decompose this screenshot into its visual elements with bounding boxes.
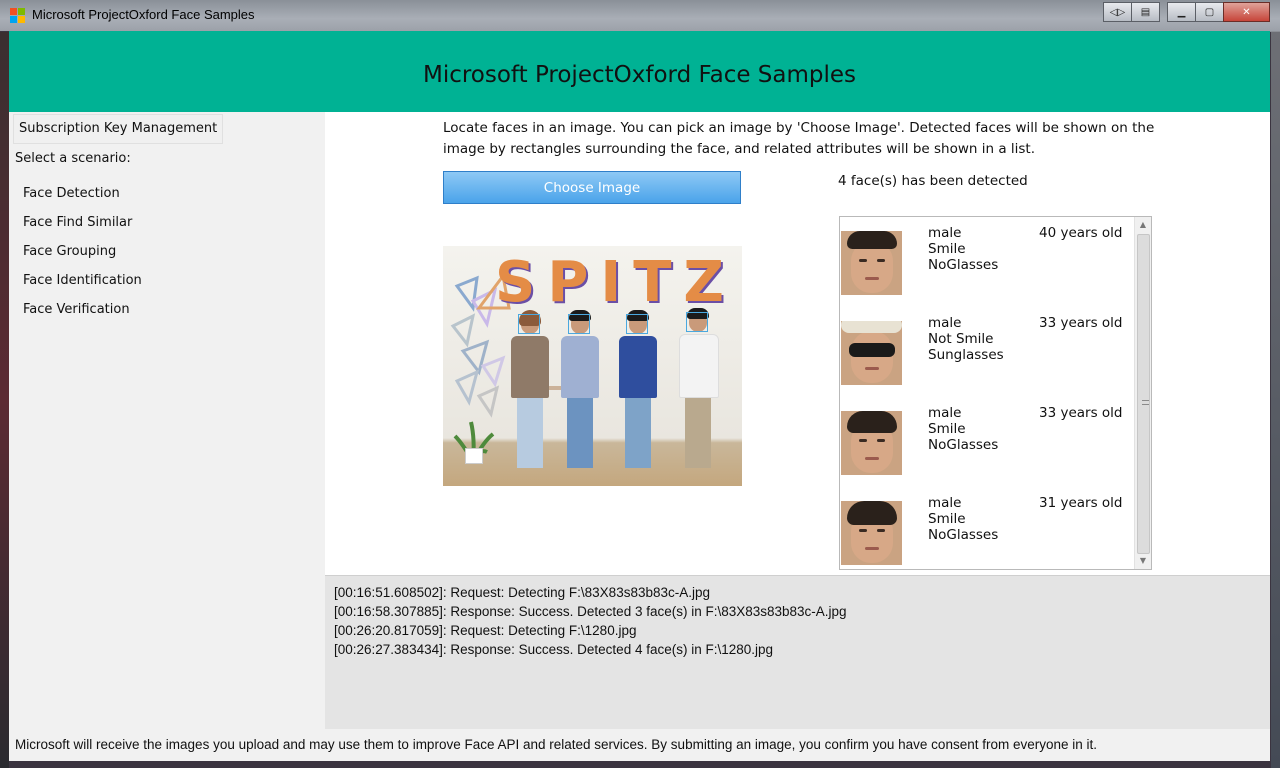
face-age: 33 years old	[1039, 315, 1123, 331]
sidebar-item-face-verification[interactable]: Face Verification	[23, 300, 142, 329]
subscription-key-button[interactable]: Subscription Key Management	[13, 114, 224, 144]
scroll-down-icon[interactable]: ▼	[1135, 553, 1151, 569]
minimize-icon[interactable]: ▁	[1167, 2, 1196, 22]
face-thumbnail	[841, 321, 902, 385]
log-line: [00:26:20.817059]: Request: Detecting F:…	[334, 623, 637, 638]
face-attributes: male Smile NoGlasses	[928, 405, 999, 453]
page-title: Microsoft ProjectOxford Face Samples	[422, 61, 857, 88]
restore-icon[interactable]: ◁▷	[1103, 2, 1132, 22]
windows-logo-icon	[10, 8, 26, 24]
scroll-up-icon[interactable]: ▲	[1135, 217, 1151, 233]
face-rectangle	[626, 314, 648, 334]
log-line: [00:16:51.608502]: Request: Detecting F:…	[334, 585, 711, 600]
window-title: Microsoft ProjectOxford Face Samples	[32, 7, 255, 22]
face-list[interactable]: male Smile NoGlasses 40 years old male N…	[839, 216, 1152, 570]
client-area: Microsoft ProjectOxford Face Samples Sub…	[9, 31, 1270, 761]
face-attributes: male Smile NoGlasses	[928, 495, 999, 543]
photo-title-text: SPITZ	[495, 250, 737, 315]
face-age: 33 years old	[1039, 405, 1123, 421]
sidebar-item-face-find-similar[interactable]: Face Find Similar	[23, 213, 142, 242]
list-item[interactable]: male Smile NoGlasses 40 years old	[840, 217, 1136, 307]
choose-image-button[interactable]: Choose Image	[443, 171, 741, 204]
app-window: Microsoft ProjectOxford Face Samples ◁▷ …	[0, 0, 1280, 768]
face-rectangle	[568, 314, 590, 334]
face-thumbnail	[841, 231, 902, 295]
person-4	[679, 308, 719, 468]
list-item[interactable]: male Smile NoGlasses 33 years old	[840, 397, 1136, 487]
face-age: 31 years old	[1039, 495, 1123, 511]
list-item[interactable]: male Not Smile Sunglasses 33 years old	[840, 307, 1136, 397]
face-rectangle	[686, 312, 708, 332]
snap-icon[interactable]: ▤	[1131, 2, 1160, 22]
app-header: Microsoft ProjectOxford Face Samples	[9, 31, 1270, 112]
scrollbar-thumb[interactable]	[1137, 234, 1150, 554]
person-1	[511, 310, 549, 468]
selected-photo: SPITZ	[443, 246, 742, 486]
scenario-label: Select a scenario:	[15, 151, 131, 166]
face-age: 40 years old	[1039, 225, 1123, 241]
sidebar-item-face-identification[interactable]: Face Identification	[23, 271, 142, 300]
list-item[interactable]: male Smile NoGlasses 31 years old	[840, 487, 1136, 569]
person-3	[619, 310, 657, 468]
scenario-description: Locate faces in an image. You can pick a…	[443, 120, 1155, 157]
log-line: [00:16:58.307885]: Response: Success. De…	[334, 604, 847, 619]
scenario-list: Face Detection Face Find Similar Face Gr…	[23, 184, 142, 329]
person-2	[561, 310, 599, 468]
face-attributes: male Not Smile Sunglasses	[928, 315, 1004, 363]
log-panel[interactable]: [00:16:51.608502]: Request: Detecting F:…	[325, 575, 1270, 730]
footer: Microsoft will receive the images you up…	[9, 729, 1270, 761]
face-attributes: male Smile NoGlasses	[928, 225, 999, 273]
sidebar: Subscription Key Management Select a sce…	[9, 112, 325, 729]
sidebar-item-face-detection[interactable]: Face Detection	[23, 184, 142, 213]
title-bar[interactable]: Microsoft ProjectOxford Face Samples ◁▷ …	[0, 0, 1280, 31]
main-panel: Locate faces in an image. You can pick a…	[325, 112, 1270, 575]
face-thumbnail	[841, 501, 902, 565]
close-icon[interactable]: ✕	[1223, 2, 1270, 22]
face-thumbnail	[841, 411, 902, 475]
consent-notice: Microsoft will receive the images you up…	[15, 737, 1098, 752]
face-rectangle	[518, 314, 540, 334]
log-line: [00:26:27.383434]: Response: Success. De…	[334, 642, 774, 657]
maximize-icon[interactable]: ▢	[1195, 2, 1224, 22]
sidebar-item-face-grouping[interactable]: Face Grouping	[23, 242, 142, 271]
face-list-scrollbar[interactable]: ▲ ▼	[1134, 217, 1151, 569]
detected-count-text: 4 face(s) has been detected	[838, 173, 1028, 189]
plant-pot	[465, 448, 483, 464]
